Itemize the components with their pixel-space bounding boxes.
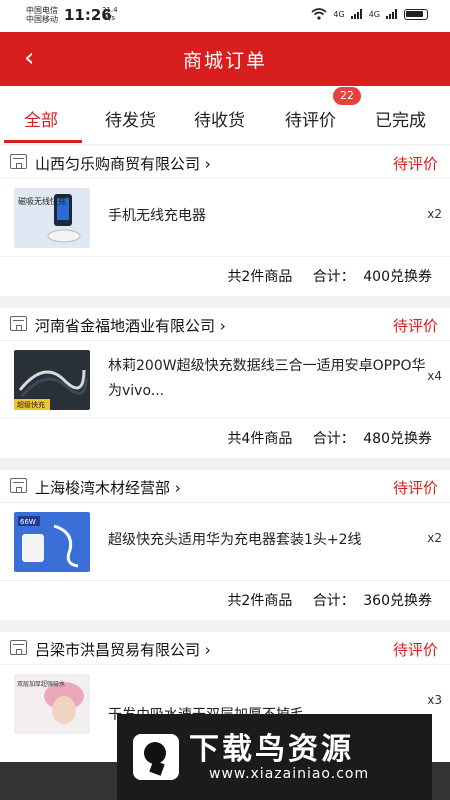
shop-icon (10, 154, 27, 169)
signal-bars-icon (350, 9, 362, 19)
order-card[interactable]: 上海梭湾木材经营部 › 待评价 66W 超级快充头适用华为充电器套装1头+2线 … (0, 470, 450, 620)
shop-row[interactable]: 河南省金福地酒业有限公司 › 待评价 (0, 308, 450, 340)
thumbnail-caption: 超级快充 (17, 400, 45, 409)
product-quantity: x2 (427, 207, 442, 221)
thumbnail-caption: 66W (20, 518, 36, 526)
order-item[interactable]: 超级快充 林莉200W超级快充数据线三合一适用安卓OPPO华为vivo... x… (0, 340, 450, 418)
shop-row[interactable]: 上海梭湾木材经营部 › 待评价 (0, 470, 450, 502)
total-value: 400兑换券 (363, 269, 432, 285)
order-status: 待评价 (392, 641, 438, 659)
order-tabs: 全部 待发货 待收货 待评价 已完成 (0, 86, 450, 144)
shop-name: 河南省金福地酒业有限公司 › (35, 317, 226, 335)
product-thumbnail: 磁吸无线快充 (14, 188, 90, 248)
tab-to-review[interactable]: 待评价 (285, 106, 336, 131)
bird-logo-icon (133, 734, 179, 780)
product-name: 超级快充头适用华为充电器套装1头+2线 (108, 532, 362, 548)
wifi-icon (311, 8, 327, 20)
app-header: ‹ 商城订单 (0, 32, 450, 86)
thumbnail-caption: 磁吸无线快充 (18, 196, 66, 206)
tab-to-ship[interactable]: 待发货 (105, 106, 156, 131)
carrier-2: 中国移动 (26, 15, 58, 24)
order-item[interactable]: 66W 超级快充头适用华为充电器套装1头+2线 x2 (0, 502, 450, 580)
total-value: 480兑换券 (363, 431, 432, 447)
shop-row[interactable]: 吕梁市洪昌贸易有限公司 › 待评价 (0, 632, 450, 664)
product-thumbnail: 双层加厚超强吸水 (14, 674, 90, 734)
product-thumbnail: 66W (14, 512, 90, 572)
status-bar: 中国电信 中国移动 11:26 31.4 K/s 4G 4G (0, 0, 450, 32)
product-name: 林莉200W超级快充数据线三合一适用安卓OPPO华为vivo... (108, 358, 426, 399)
tab-to-receive[interactable]: 待收货 (194, 106, 245, 131)
carrier-1: 中国电信 (26, 6, 58, 15)
page-title: 商城订单 (182, 50, 267, 72)
signal-bars-icon-2 (386, 9, 397, 19)
review-count-badge: 22 (333, 87, 361, 105)
network-speed-unit: K/s (104, 14, 116, 22)
product-thumbnail: 超级快充 (14, 350, 90, 410)
battery-icon (404, 8, 428, 20)
tab-all[interactable]: 全部 (24, 106, 58, 131)
product-quantity: x4 (427, 369, 442, 383)
signal-1-label: 4G (333, 9, 345, 19)
order-card[interactable]: 山西匀乐购商贸有限公司 › 待评价 磁吸无线快充 手机无线充电器 x2 共2件商… (0, 146, 450, 296)
watermark-url: www.xiazainiao.com (209, 766, 370, 782)
order-status: 待评价 (392, 317, 438, 335)
total-label: 合计： (312, 269, 355, 285)
order-summary: 共4件商品 合计： 480兑换券 (0, 418, 450, 458)
order-item[interactable]: 磁吸无线快充 手机无线充电器 x2 (0, 178, 450, 256)
shop-icon (10, 316, 27, 331)
tab-completed[interactable]: 已完成 (375, 106, 426, 131)
product-quantity: x3 (427, 693, 442, 707)
shop-icon (10, 478, 27, 493)
shop-name: 山西匀乐购商贸有限公司 › (35, 155, 211, 173)
total-value: 360兑换券 (363, 593, 432, 609)
item-count: 共4件商品 (227, 431, 293, 447)
product-quantity: x2 (427, 531, 442, 545)
order-summary: 共2件商品 合计： 400兑换券 (0, 256, 450, 296)
order-status: 待评价 (392, 479, 438, 497)
product-name: 手机无线充电器 (108, 208, 206, 224)
thumbnail-caption: 双层加厚超强吸水 (17, 680, 65, 688)
network-speed: 31.4 K/s (102, 6, 118, 22)
item-count: 共2件商品 (227, 593, 293, 609)
total-label: 合计： (312, 593, 355, 609)
system-icons: 4G 4G (311, 8, 428, 20)
shop-name: 上海梭湾木材经营部 › (35, 479, 181, 497)
carrier-info: 中国电信 中国移动 (26, 6, 58, 24)
total-label: 合计： (312, 431, 355, 447)
active-tab-indicator (4, 140, 82, 143)
network-speed-value: 31.4 (102, 6, 118, 14)
order-status: 待评价 (392, 155, 438, 173)
order-summary: 共2件商品 合计： 360兑换券 (0, 580, 450, 620)
shop-name: 吕梁市洪昌贸易有限公司 › (35, 641, 211, 659)
watermark-title: 下载鸟资源 (189, 732, 354, 767)
watermark-banner: 下载鸟资源 www.xiazainiao.com (117, 714, 432, 800)
signal-2-label: 4G (368, 9, 380, 19)
item-count: 共2件商品 (227, 269, 293, 285)
shop-icon (10, 640, 27, 655)
order-card[interactable]: 河南省金福地酒业有限公司 › 待评价 超级快充 林莉200W超级快充数据线三合一… (0, 308, 450, 458)
shop-row[interactable]: 山西匀乐购商贸有限公司 › 待评价 (0, 146, 450, 178)
